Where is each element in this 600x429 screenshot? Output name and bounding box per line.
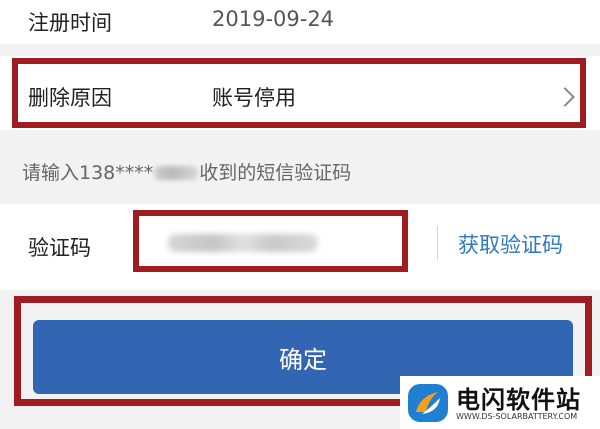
watermark-title: 电闪软件站: [456, 386, 581, 414]
watermark-url: WWW.DS-SOLARBATTERY.COM: [456, 412, 578, 421]
delete-reason-label: 删除原因: [28, 86, 112, 110]
register-time-value: 2019-09-24: [212, 7, 335, 31]
masked-phone-digits: [154, 166, 199, 180]
get-code-link[interactable]: 获取验证码: [458, 229, 563, 259]
register-time-label: 注册时间: [28, 11, 112, 35]
delete-reason-row[interactable]: 删除原因 账号停用: [0, 56, 600, 130]
sms-hint-text: 请输入138**** 收到的短信验证码: [22, 158, 351, 185]
site-logo-icon: [408, 384, 448, 422]
watermark: 电闪软件站 WWW.DS-SOLARBATTERY.COM: [400, 376, 600, 429]
divider: [437, 226, 438, 260]
chevron-right-icon: [555, 87, 575, 107]
account-deletion-screen: 注册时间 2019-09-24 删除原因 账号停用 请输入138**** 收到的短…: [0, 0, 600, 429]
verify-code-input[interactable]: [142, 214, 400, 270]
register-time-row: 注册时间 2019-09-24: [0, 0, 600, 44]
blurred-code-value: [168, 234, 318, 252]
delete-reason-value: 账号停用: [212, 86, 296, 110]
sms-hint-suffix: 收到的短信验证码: [199, 162, 352, 184]
sms-hint-prefix: 请输入138****: [22, 162, 154, 184]
verify-code-label: 验证码: [28, 236, 91, 260]
